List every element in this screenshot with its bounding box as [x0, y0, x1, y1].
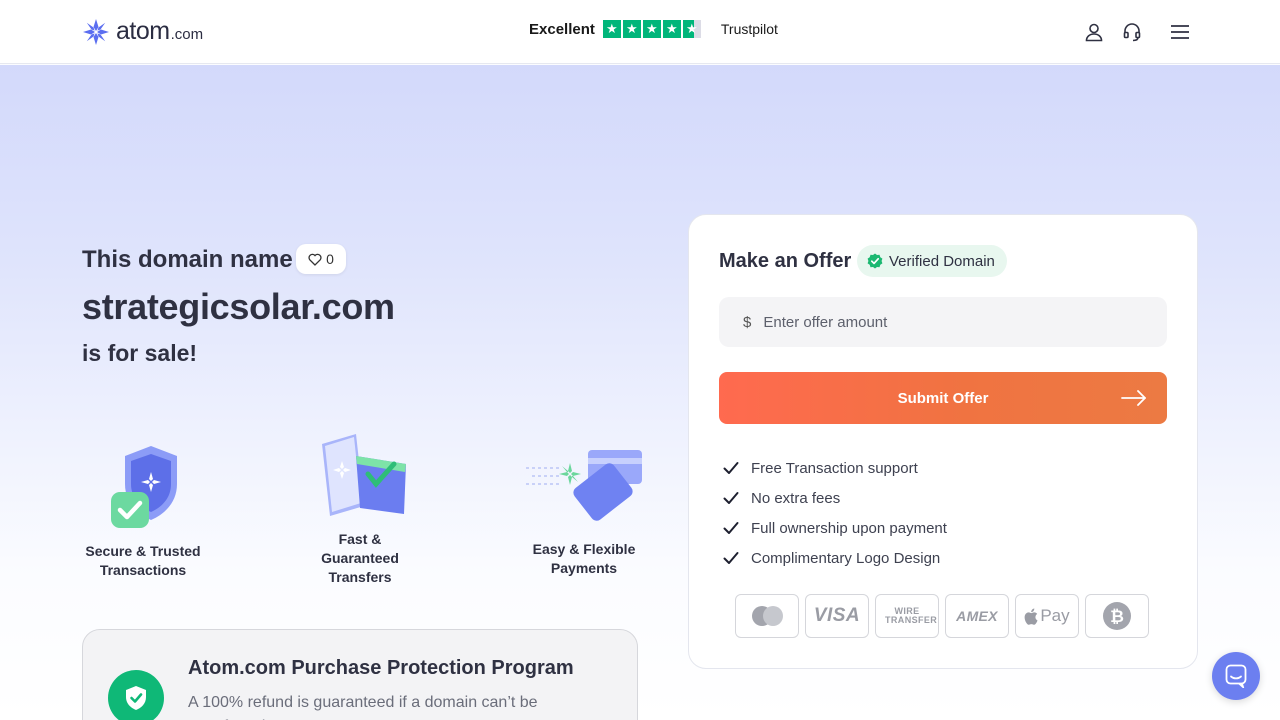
feature-payments-label: Easy & Flexible Payments	[532, 541, 636, 576]
trustpilot-brand: Trustpilot	[720, 21, 778, 37]
atom-star-icon	[83, 18, 109, 45]
submit-offer-label: Submit Offer	[897, 389, 989, 407]
benefit-item: Full ownership upon payment	[723, 513, 947, 543]
menu-icon[interactable]	[1168, 20, 1192, 44]
header-actions	[1082, 20, 1192, 44]
apple-pay-icon: Pay	[1015, 594, 1079, 638]
benefit-label: No extra fees	[751, 489, 841, 507]
benefit-item: Free Transaction support	[723, 453, 947, 483]
benefit-label: Complimentary Logo Design	[751, 549, 941, 567]
transfer-icon	[322, 434, 406, 516]
mastercard-icon	[735, 594, 799, 638]
feature-secure: Secure & Trusted Transactions	[82, 440, 204, 580]
bitcoin-icon: ₿	[1085, 594, 1149, 638]
offer-amount-field[interactable]: $	[719, 297, 1167, 347]
for-sale-text: is for sale!	[82, 340, 198, 366]
feature-transfer: Fast & Guaranteed Transfers	[300, 430, 420, 587]
headset-icon[interactable]	[1120, 20, 1144, 44]
atom-logo[interactable]: atom .com	[82, 17, 203, 46]
checkmark-icon	[723, 492, 739, 504]
heart-icon	[308, 253, 322, 266]
amex-icon: AMEX	[945, 594, 1009, 638]
make-offer-card: Make an Offer Verified Domain $ Submit O…	[688, 214, 1198, 669]
verified-check-icon	[867, 253, 883, 269]
shield-icon	[111, 446, 177, 528]
benefit-item: Complimentary Logo Design	[723, 543, 947, 573]
payment-methods: VISA WIRE TRANSFER AMEX Pay ₿	[735, 594, 1149, 638]
chat-icon	[1225, 664, 1247, 688]
trustpilot-star-icon: ★	[642, 20, 661, 38]
site-header: atom .com Excellent ★ ★ ★ ★ ★ Trustpilot	[0, 0, 1280, 64]
visa-label: VISA	[813, 605, 861, 626]
benefit-item: No extra fees	[723, 483, 947, 513]
chat-launcher-button[interactable]	[1212, 652, 1260, 700]
feature-payments: Easy & Flexible Payments	[514, 444, 654, 578]
trustpilot-rating-label: Excellent	[529, 20, 595, 38]
checkmark-icon	[723, 552, 739, 564]
trustpilot-half-star-icon: ★	[682, 20, 701, 38]
protection-title: Atom.com Purchase Protection Program	[188, 657, 574, 679]
trustpilot-widget[interactable]: Excellent ★ ★ ★ ★ ★ Trustpilot	[529, 20, 778, 38]
trustpilot-star-icon: ★	[662, 20, 681, 38]
like-count: 0	[326, 251, 334, 267]
benefit-label: Free Transaction support	[751, 459, 918, 477]
protection-text: A 100% refund is guaranteed if a domain …	[188, 694, 538, 720]
domain-name: strategicsolar.com	[82, 286, 395, 327]
currency-symbol: $	[743, 313, 752, 331]
shield-check-icon	[108, 670, 164, 720]
benefit-label: Full ownership upon payment	[751, 519, 947, 537]
trustpilot-stars: ★ ★ ★ ★ ★	[602, 20, 701, 38]
user-icon[interactable]	[1082, 20, 1106, 44]
logo-wordmark: atom	[116, 17, 170, 45]
like-button[interactable]: 0	[296, 244, 346, 274]
hero-intro-text: This domain name	[82, 246, 293, 273]
trustpilot-star-icon: ★	[602, 20, 621, 38]
checkmark-icon	[723, 462, 739, 474]
amex-label: AMEX	[956, 608, 998, 624]
offer-amount-input[interactable]	[763, 313, 1144, 331]
offer-card-title: Make an Offer	[719, 250, 852, 272]
feature-transfer-label: Fast & Guaranteed Transfers	[321, 531, 399, 585]
verified-label: Verified Domain	[889, 252, 995, 270]
wire-transfer-icon: WIRE TRANSFER	[875, 594, 939, 638]
logo-tld: .com	[170, 26, 204, 43]
checkmark-icon	[723, 522, 739, 534]
apple-pay-label: Pay	[1040, 606, 1070, 625]
offer-benefits-list: Free Transaction support No extra fees F…	[723, 453, 947, 573]
submit-offer-button[interactable]: Submit Offer	[719, 372, 1167, 424]
wire-transfer-label: WIRE TRANSFER	[885, 606, 938, 625]
trustpilot-star-icon: ★	[622, 20, 641, 38]
feature-secure-label: Secure & Trusted Transactions	[85, 543, 201, 578]
arrow-right-icon	[1121, 390, 1146, 406]
svg-text:₿: ₿	[1110, 607, 1124, 626]
verified-domain-badge: Verified Domain	[857, 245, 1007, 277]
visa-icon: VISA	[805, 594, 869, 638]
card-icon	[526, 450, 642, 521]
purchase-protection-panel: Atom.com Purchase Protection Program A 1…	[82, 629, 638, 720]
